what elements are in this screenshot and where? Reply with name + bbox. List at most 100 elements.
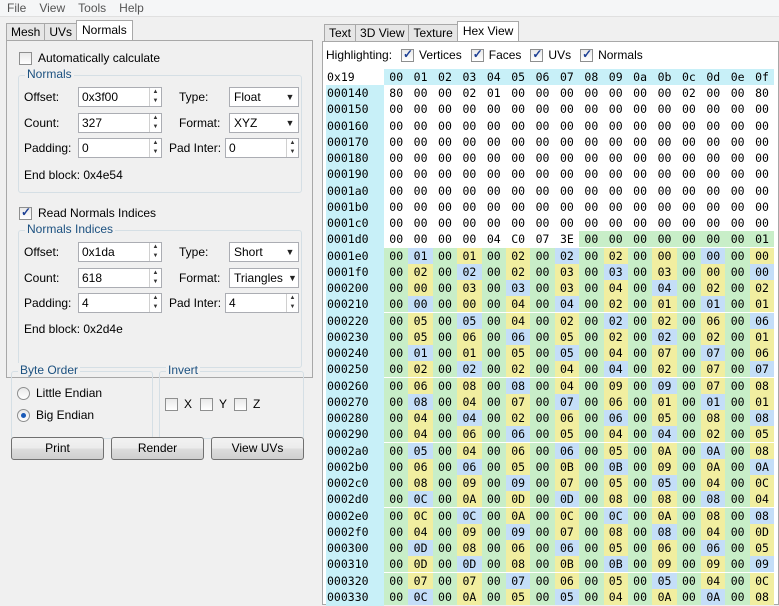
hex-byte-cell[interactable]: 08 [701, 491, 726, 508]
hex-byte-cell[interactable]: 00 [579, 150, 603, 166]
hex-byte-cell[interactable]: 00 [579, 134, 603, 150]
hex-byte-cell[interactable]: 00 [432, 540, 458, 556]
hex-byte-cell[interactable]: 00 [579, 556, 604, 573]
hex-byte-cell[interactable]: 00 [701, 85, 725, 101]
hex-byte-cell[interactable]: 0B [554, 458, 580, 475]
hex-byte-cell[interactable]: 00 [481, 556, 506, 573]
hex-byte-cell[interactable]: 00 [579, 183, 603, 199]
hex-byte-cell[interactable]: 00 [481, 410, 506, 426]
hex-byte-cell[interactable]: 00 [604, 183, 628, 199]
indices-padding-value[interactable]: 4 [79, 294, 149, 312]
hex-byte-cell[interactable]: 00 [604, 150, 628, 166]
hex-byte-cell[interactable]: 05 [603, 442, 628, 459]
hex-byte-cell[interactable]: 04 [505, 296, 531, 313]
hex-byte-cell[interactable]: 00 [555, 118, 579, 134]
tab-text[interactable]: Text [324, 24, 357, 41]
hex-byte-cell[interactable]: 01 [457, 247, 482, 264]
hex-byte-cell[interactable]: 00 [579, 475, 604, 491]
hex-byte-cell[interactable]: 00 [579, 491, 604, 508]
hex-byte-cell[interactable]: 00 [676, 426, 702, 443]
normals-padinter-spinner[interactable]: 0 ▲ ▼ [225, 138, 299, 158]
hex-byte-cell[interactable]: 0C [457, 507, 482, 524]
hex-byte-cell[interactable]: 06 [554, 442, 580, 459]
hex-byte-cell[interactable]: 00 [384, 361, 409, 378]
tab-mesh[interactable]: Mesh [6, 23, 46, 40]
hex-byte-cell[interactable]: 00 [676, 458, 702, 475]
hex-byte-cell[interactable]: 02 [505, 410, 531, 426]
hex-byte-cell[interactable]: 00 [627, 263, 653, 280]
hex-byte-cell[interactable]: 00 [725, 134, 749, 150]
hex-byte-cell[interactable]: 00 [432, 247, 458, 264]
hex-byte-cell[interactable]: 00 [555, 183, 579, 199]
little-endian-radio[interactable] [17, 386, 30, 400]
hex-byte-cell[interactable]: 00 [701, 247, 726, 264]
hex-byte-cell[interactable]: 08 [603, 523, 628, 540]
hex-byte-cell[interactable]: 07 [652, 345, 677, 361]
hex-byte-cell[interactable]: 00 [384, 426, 409, 443]
hex-byte-cell[interactable]: 00 [725, 118, 749, 134]
hex-byte-cell[interactable]: 0A [749, 458, 775, 475]
hex-byte-cell[interactable]: 3E [555, 231, 579, 247]
hex-byte-cell[interactable]: 00 [530, 377, 555, 394]
hex-byte-cell[interactable]: 00 [701, 150, 725, 166]
hex-byte-cell[interactable]: 02 [603, 296, 628, 313]
tab-hex-view[interactable]: Hex View [456, 21, 520, 41]
hex-byte-cell[interactable]: 00 [676, 540, 702, 556]
hex-byte-cell[interactable]: 07 [701, 377, 726, 394]
hex-byte-cell[interactable]: 00 [384, 491, 409, 508]
hex-byte-cell[interactable]: 06 [505, 328, 531, 345]
hex-byte-cell[interactable]: 00 [384, 280, 409, 296]
hex-byte-cell[interactable]: 04 [603, 588, 628, 605]
hex-byte-cell[interactable]: 02 [603, 247, 628, 264]
hex-byte-cell[interactable]: 00 [384, 231, 408, 247]
hex-byte-cell[interactable]: 09 [457, 475, 482, 491]
hex-byte-cell[interactable]: 01 [482, 85, 506, 101]
hex-byte-cell[interactable]: 00 [750, 101, 774, 117]
hex-byte-cell[interactable]: 02 [408, 263, 433, 280]
hex-byte-cell[interactable]: 05 [603, 475, 628, 491]
hex-byte-cell[interactable]: 05 [652, 572, 677, 589]
hex-byte-cell[interactable]: 00 [579, 231, 604, 248]
hex-byte-cell[interactable]: 06 [603, 393, 628, 410]
hex-byte-cell[interactable]: 00 [628, 183, 652, 199]
chevron-down-icon[interactable]: ▼ [282, 92, 298, 102]
hex-byte-cell[interactable]: 00 [555, 150, 579, 166]
auto-calculate-checkbox[interactable] [19, 51, 32, 65]
hex-byte-cell[interactable]: 00 [433, 215, 457, 231]
spinner-arrows-icon[interactable]: ▲ ▼ [149, 114, 161, 132]
hex-byte-cell[interactable]: 00 [555, 199, 579, 215]
hex-byte-cell[interactable]: 00 [725, 442, 750, 459]
hex-byte-cell[interactable]: 00 [579, 507, 604, 524]
hex-byte-cell[interactable]: 02 [652, 312, 677, 329]
hex-byte-cell[interactable]: 07 [749, 361, 775, 378]
hex-byte-cell[interactable]: 00 [676, 247, 702, 264]
hex-byte-cell[interactable]: 00 [384, 150, 408, 166]
hex-byte-cell[interactable]: 04 [505, 312, 531, 329]
hex-byte-cell[interactable]: 00 [677, 183, 701, 199]
hex-byte-cell[interactable]: 07 [701, 345, 726, 361]
hex-byte-cell[interactable]: 00 [432, 280, 458, 296]
hex-byte-cell[interactable]: 00 [652, 101, 676, 117]
hex-byte-cell[interactable]: 05 [408, 442, 433, 459]
hex-byte-cell[interactable]: 00 [384, 442, 409, 459]
hex-byte-cell[interactable]: 00 [530, 247, 555, 264]
menu-help[interactable]: Help [112, 0, 150, 17]
hex-byte-cell[interactable]: 00 [725, 150, 749, 166]
hex-byte-cell[interactable]: 04 [457, 410, 482, 426]
hex-byte-cell[interactable]: 00 [384, 393, 409, 410]
hex-byte-cell[interactable]: 00 [530, 572, 555, 589]
hex-byte-cell[interactable]: 00 [384, 475, 409, 491]
normals-format-select[interactable]: XYZ ▼ [229, 113, 299, 133]
hex-byte-cell[interactable]: 00 [677, 199, 701, 215]
indices-offset-spinner[interactable]: 0x1da ▲ ▼ [78, 242, 162, 262]
hex-byte-cell[interactable]: 00 [432, 328, 458, 345]
hex-byte-cell[interactable]: 00 [627, 491, 653, 508]
hex-byte-cell[interactable]: 00 [384, 377, 409, 394]
hex-byte-cell[interactable]: 02 [554, 312, 580, 329]
hex-byte-cell[interactable]: 09 [701, 556, 726, 573]
hex-byte-cell[interactable]: 00 [457, 215, 481, 231]
hex-byte-cell[interactable]: 00 [701, 183, 725, 199]
hex-byte-cell[interactable]: 03 [603, 263, 628, 280]
hex-byte-cell[interactable]: 05 [408, 328, 433, 345]
hex-byte-cell[interactable]: 0D [457, 556, 482, 573]
